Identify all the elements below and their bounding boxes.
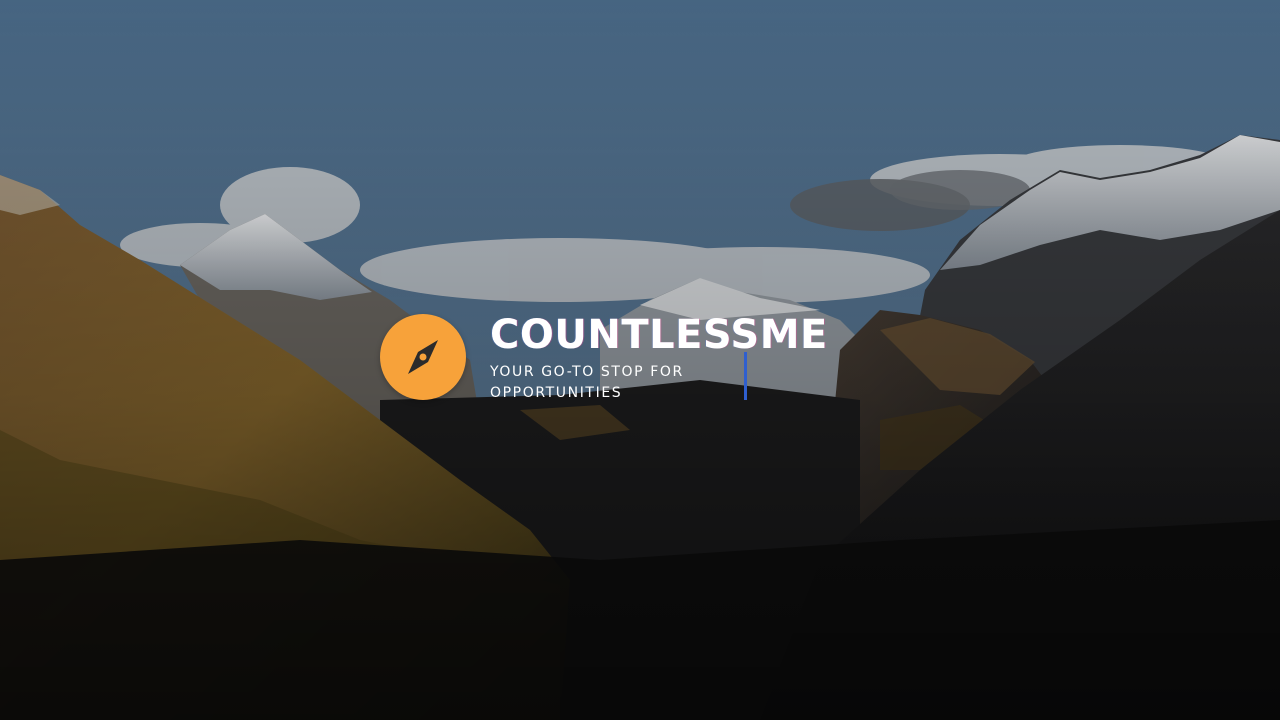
compass-icon <box>408 340 438 374</box>
brand-block: COUNTLESSME YOUR GO-TO STOP FOR OPPORTUN… <box>380 312 840 412</box>
text-cursor <box>744 352 747 400</box>
hero-banner: COUNTLESSME YOUR GO-TO STOP FOR OPPORTUN… <box>0 0 1280 720</box>
brand-tagline: YOUR GO-TO STOP FOR OPPORTUNITIES <box>490 364 684 401</box>
brand-title: COUNTLESSME <box>490 312 828 358</box>
brand-logo <box>380 314 466 400</box>
